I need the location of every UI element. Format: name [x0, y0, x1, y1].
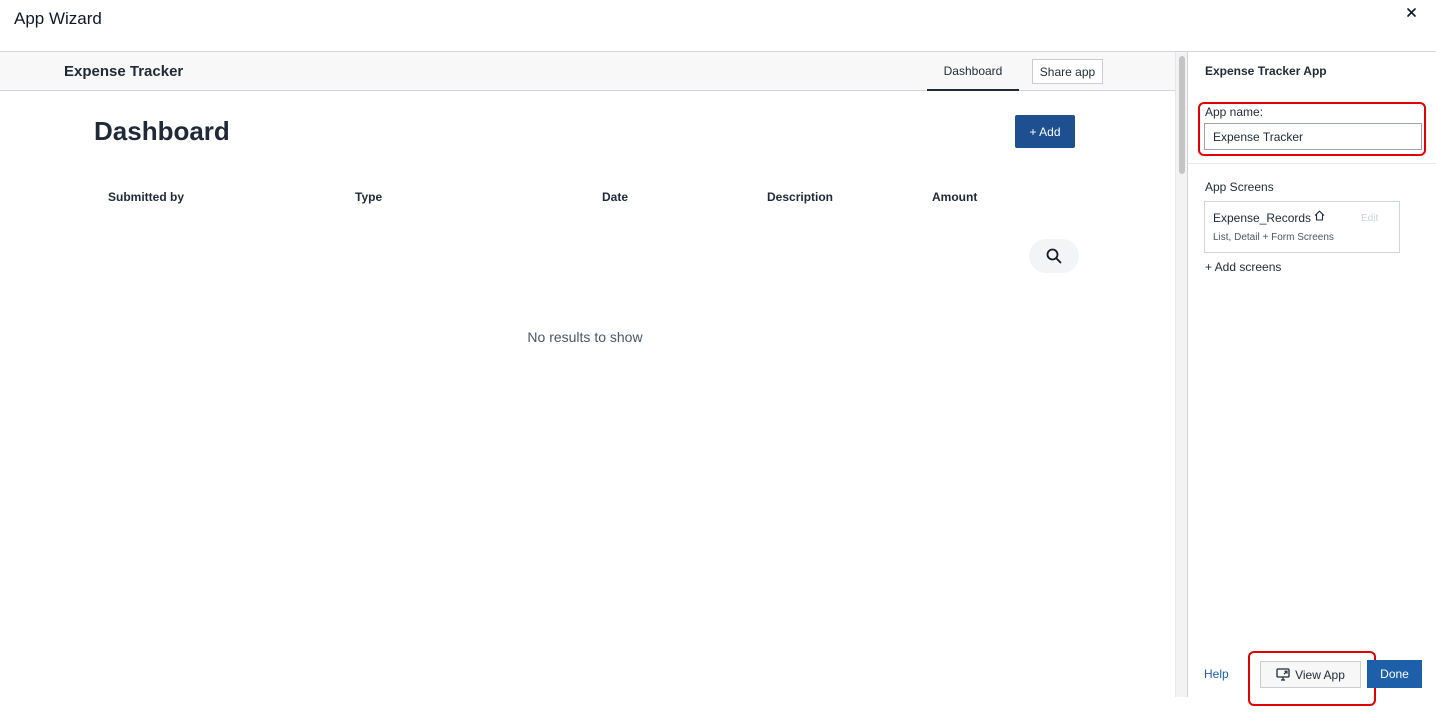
tab-dashboard[interactable]: Dashboard	[927, 52, 1019, 91]
app-screens-heading: App Screens	[1205, 180, 1274, 194]
home-icon	[1314, 210, 1325, 221]
share-app-button[interactable]: Share app	[1032, 59, 1103, 84]
wizard-title: App Wizard	[14, 9, 102, 28]
view-app-button[interactable]: View App	[1260, 661, 1361, 688]
wizard-header: App Wizard	[0, 0, 1436, 52]
close-button[interactable]	[1402, 3, 1420, 21]
column-header-description[interactable]: Description	[767, 190, 833, 204]
done-button[interactable]: Done	[1367, 660, 1422, 688]
app-settings-panel: Expense Tracker App App name: App Screen…	[1187, 52, 1436, 706]
edit-screen-link[interactable]: Edit	[1361, 213, 1378, 224]
screen-description: List, Detail + Form Screens	[1213, 232, 1334, 243]
column-header-type[interactable]: Type	[355, 190, 382, 204]
app-name-input[interactable]	[1204, 123, 1422, 150]
column-header-submitted-by[interactable]: Submitted by	[108, 190, 184, 204]
scrollbar-thumb[interactable]	[1179, 56, 1185, 174]
panel-divider	[1188, 163, 1436, 164]
app-header: Expense Tracker Dashboard Share app	[0, 52, 1175, 91]
app-wizard-dialog: App Wizard Expense Tracker Dashboard Sha…	[0, 0, 1436, 727]
search-icon	[1046, 248, 1062, 264]
monitor-icon	[1276, 668, 1290, 681]
column-header-amount[interactable]: Amount	[932, 190, 977, 204]
view-app-label: View App	[1295, 667, 1345, 682]
screen-name: Expense_Records	[1213, 211, 1312, 225]
screen-card-expense-records[interactable]: Expense_Records Edit List, Detail + Form…	[1204, 201, 1400, 253]
page-title: Dashboard	[94, 116, 230, 146]
preview-scrollbar[interactable]	[1175, 52, 1187, 697]
search-button[interactable]	[1029, 239, 1079, 273]
app-name-label: App name:	[1205, 105, 1264, 119]
add-screens-link[interactable]: + Add screens	[1205, 260, 1281, 274]
close-icon	[1406, 7, 1416, 17]
panel-title: Expense Tracker App	[1205, 64, 1327, 78]
add-button[interactable]: + Add	[1015, 115, 1075, 148]
app-preview: Expense Tracker Dashboard Share app Dash…	[0, 52, 1175, 697]
help-link[interactable]: Help	[1204, 667, 1229, 681]
app-title: Expense Tracker	[64, 63, 184, 80]
empty-results-message: No results to show	[527, 329, 643, 345]
column-header-date[interactable]: Date	[602, 190, 628, 204]
